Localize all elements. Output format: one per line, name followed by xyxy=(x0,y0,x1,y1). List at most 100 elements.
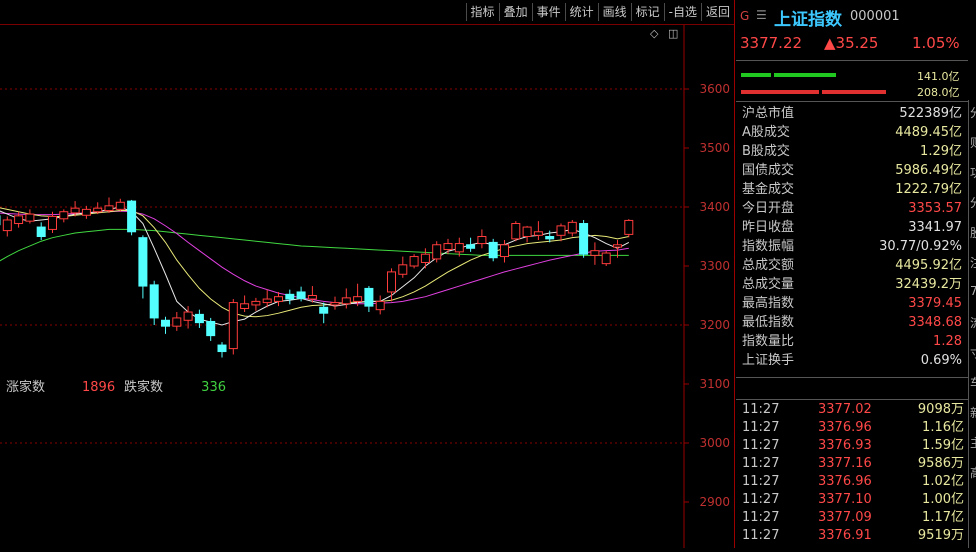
candle-body xyxy=(296,291,306,299)
divider xyxy=(736,377,968,378)
candle-body xyxy=(387,271,396,293)
candle[interactable] xyxy=(443,238,453,255)
candle[interactable] xyxy=(409,254,419,269)
candle[interactable] xyxy=(285,289,295,305)
tick-price: 3376.93 xyxy=(818,438,872,453)
candle[interactable] xyxy=(488,238,498,262)
tick-time: 11:27 xyxy=(742,474,780,489)
candle[interactable] xyxy=(398,256,408,278)
edge-divider xyxy=(968,100,969,548)
tick-price: 3377.09 xyxy=(818,510,872,525)
candle[interactable] xyxy=(533,221,543,241)
candle[interactable] xyxy=(228,299,238,355)
tick-time: 11:27 xyxy=(742,420,780,435)
candle[interactable] xyxy=(149,280,159,325)
candle[interactable] xyxy=(579,219,589,258)
candle-body xyxy=(36,226,46,237)
tick-time: 11:27 xyxy=(742,510,780,525)
stat-row: 基金成交 1222.79亿 xyxy=(742,180,962,199)
candle-body xyxy=(454,243,464,253)
candle[interactable] xyxy=(115,198,125,212)
panel-divider xyxy=(734,0,735,548)
candle[interactable] xyxy=(601,250,611,266)
candle-body xyxy=(149,284,159,319)
candle[interactable] xyxy=(25,209,35,224)
candle[interactable] xyxy=(206,317,216,341)
candle[interactable] xyxy=(364,286,374,313)
draw-line-button[interactable]: 画线 xyxy=(597,3,631,21)
overlay-button[interactable]: 叠加 xyxy=(498,3,532,21)
candle[interactable] xyxy=(432,241,442,263)
stats-button[interactable]: 统计 xyxy=(564,3,598,21)
candle[interactable] xyxy=(81,205,91,219)
back-button[interactable]: 返回 xyxy=(700,3,734,21)
candle-body xyxy=(48,215,57,230)
event-button[interactable]: 事件 xyxy=(531,3,565,21)
tick-price: 3376.96 xyxy=(818,474,872,489)
kline-chart[interactable]: 3600 3500 3400 3300 3200 3100 3000 2900 xyxy=(0,25,734,548)
stat-row: 指数振幅 30.77/0.92% xyxy=(742,237,962,256)
tick-price: 3377.16 xyxy=(818,456,872,471)
candle[interactable] xyxy=(330,296,340,310)
divider xyxy=(736,60,968,61)
candle-body xyxy=(375,300,385,311)
candle-body xyxy=(251,300,261,306)
candle[interactable] xyxy=(138,235,148,299)
tick-volume: 9098万 xyxy=(917,402,964,417)
candle[interactable] xyxy=(590,242,600,265)
candle-body xyxy=(2,219,12,232)
candle[interactable] xyxy=(59,209,69,223)
stat-value: 4489.45亿 xyxy=(895,125,962,140)
group-marker[interactable]: G xyxy=(740,9,749,23)
candle[interactable] xyxy=(2,216,12,237)
flow-label-2: 208.0亿 xyxy=(917,86,960,99)
candle-body xyxy=(477,236,487,245)
tick-volume: 1.59亿 xyxy=(922,438,964,453)
remove-watchlist-button[interactable]: -自选 xyxy=(663,3,701,21)
candle[interactable] xyxy=(624,219,634,238)
candle[interactable] xyxy=(161,316,170,334)
candle-body xyxy=(601,252,611,265)
tick-volume: 9519万 xyxy=(917,528,964,543)
candle[interactable] xyxy=(251,297,261,311)
advancers-count: 1896 xyxy=(82,380,116,395)
candle[interactable] xyxy=(319,302,329,324)
candle[interactable] xyxy=(477,229,487,249)
index-code: 000001 xyxy=(850,9,900,24)
candle[interactable] xyxy=(104,197,114,213)
candle[interactable] xyxy=(567,219,577,237)
stat-label: 最低指数 xyxy=(742,315,795,330)
stat-value: 3341.97 xyxy=(908,220,962,235)
y-tick-label: 3600 xyxy=(699,82,730,96)
indicator-button[interactable]: 指标 xyxy=(465,3,499,21)
candle[interactable] xyxy=(240,295,250,313)
candle[interactable] xyxy=(556,223,566,242)
edge-label: 分 xyxy=(970,194,976,211)
candle-body xyxy=(522,226,532,237)
ma20-line xyxy=(0,210,629,305)
advancers-label: 涨家数 xyxy=(6,380,46,395)
edge-label: 车 xyxy=(970,374,976,391)
stat-label: 国债成交 xyxy=(742,163,795,178)
candle[interactable] xyxy=(375,295,385,315)
candle[interactable] xyxy=(522,225,532,243)
candle[interactable] xyxy=(511,221,521,242)
candle[interactable] xyxy=(420,248,430,269)
candle[interactable] xyxy=(36,222,46,241)
menu-icon[interactable]: ☰ xyxy=(756,8,767,22)
mark-button[interactable]: 标记 xyxy=(630,3,664,21)
stat-value: 1222.79亿 xyxy=(895,182,962,197)
inflow-bar-2 xyxy=(774,73,836,77)
candle[interactable] xyxy=(172,312,182,331)
candle-body xyxy=(127,200,137,233)
tick-volume: 1.00亿 xyxy=(922,492,964,507)
candle[interactable] xyxy=(466,237,476,252)
tick-row: 11:27 3377.10 1.00亿 xyxy=(742,491,964,509)
candle[interactable] xyxy=(217,342,227,358)
index-name: 上证指数 xyxy=(774,10,842,30)
candle[interactable] xyxy=(341,288,351,309)
stat-row: 沪总市值 522389亿 xyxy=(742,104,962,123)
edge-label: 主 xyxy=(970,434,976,451)
tick-price: 3377.02 xyxy=(818,402,872,417)
candle[interactable] xyxy=(127,199,137,236)
